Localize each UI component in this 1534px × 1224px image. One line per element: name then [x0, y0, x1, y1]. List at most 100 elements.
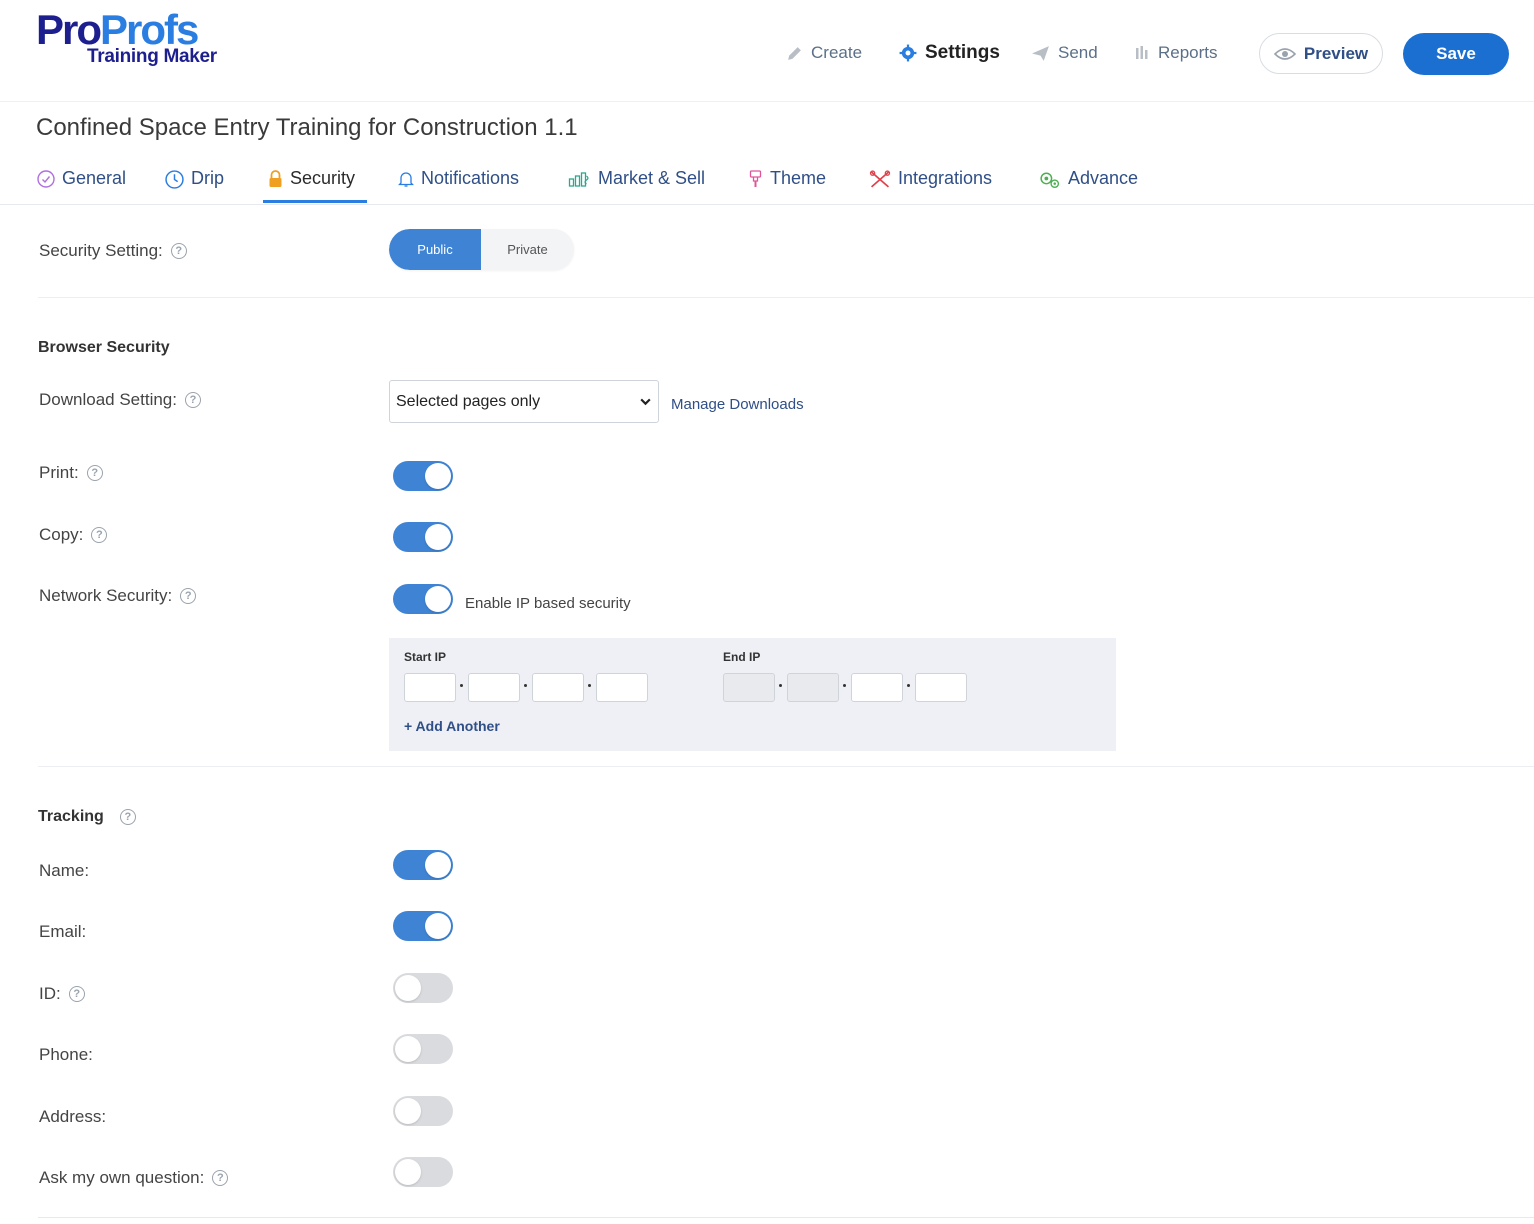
toggle-knob — [425, 524, 451, 550]
clock-icon — [165, 170, 184, 189]
ask-question-label: Ask my own question: ? — [39, 1168, 229, 1188]
start-ip-octet-2[interactable] — [468, 673, 520, 702]
manage-downloads-link[interactable]: Manage Downloads — [671, 396, 804, 413]
gears-icon — [1040, 172, 1060, 189]
start-ip-octet-1[interactable] — [404, 673, 456, 702]
address-label: Address: — [39, 1107, 107, 1126]
app-header: ProProfs Training Maker Create Settings … — [0, 0, 1534, 102]
ip-separator — [779, 684, 782, 687]
toggle-knob — [425, 463, 451, 489]
start-ip-label: Start IP — [404, 650, 447, 664]
private-option[interactable]: Private — [481, 229, 574, 270]
tab-market-sell[interactable]: Market & Sell — [568, 168, 705, 204]
end-ip-octet-2 — [787, 673, 839, 702]
nav-settings[interactable]: Settings — [899, 42, 1000, 64]
chevron-down-icon — [640, 398, 651, 406]
toggle-knob — [395, 1098, 421, 1124]
help-icon[interactable]: ? — [86, 465, 103, 481]
ip-separator — [843, 684, 846, 687]
toggle-knob — [395, 1159, 421, 1185]
toggle-knob — [425, 852, 451, 878]
tab-drip[interactable]: Drip — [165, 168, 224, 204]
toggle-knob — [395, 1036, 421, 1062]
ip-separator — [524, 684, 527, 687]
nav-send[interactable]: Send — [1031, 42, 1098, 64]
section-divider — [38, 766, 1534, 767]
ip-security-note: Enable IP based security — [465, 595, 631, 612]
market-chart-icon — [568, 172, 589, 187]
help-icon[interactable]: ? — [180, 588, 197, 604]
tab-notifications[interactable]: Notifications — [398, 168, 519, 204]
print-label: Print: ? — [39, 463, 103, 483]
settings-tabs: General Drip Security Notifications Mark… — [0, 160, 1534, 205]
end-ip-label: End IP — [723, 650, 761, 664]
toggle-knob — [395, 975, 421, 1001]
network-security-label: Network Security: ? — [39, 586, 197, 606]
name-toggle[interactable] — [393, 850, 453, 880]
end-ip-octet-4[interactable] — [915, 673, 967, 702]
page-title: Confined Space Entry Training for Constr… — [36, 114, 578, 141]
copy-toggle[interactable] — [393, 522, 453, 552]
lock-icon — [269, 170, 282, 187]
network-security-toggle[interactable] — [393, 584, 453, 614]
address-toggle[interactable] — [393, 1096, 453, 1126]
active-tab-indicator — [263, 200, 367, 203]
download-setting-label: Download Setting: ? — [39, 390, 201, 410]
add-another-ip-button[interactable]: + Add Another — [404, 718, 500, 734]
tools-icon — [869, 170, 891, 188]
help-icon[interactable]: ? — [119, 809, 136, 825]
help-icon[interactable]: ? — [212, 1170, 229, 1186]
tab-advance[interactable]: Advance — [1038, 168, 1138, 204]
proprofs-logo[interactable]: ProProfs Training Maker — [36, 8, 236, 72]
print-toggle[interactable] — [393, 461, 453, 491]
ip-separator — [460, 684, 463, 687]
nav-reports[interactable]: Reports — [1134, 42, 1218, 64]
bar-chart-icon — [1136, 46, 1148, 59]
logo-subtitle: Training Maker — [87, 46, 217, 67]
ip-range-panel: Start IP End IP + Add Another — [389, 638, 1116, 751]
tab-security[interactable]: Security — [268, 168, 355, 204]
help-icon[interactable]: ? — [91, 527, 108, 543]
tab-theme[interactable]: Theme — [748, 168, 826, 204]
start-ip-octet-4[interactable] — [596, 673, 648, 702]
security-setting-label: Security Setting: ? — [39, 241, 187, 261]
preview-button[interactable]: Preview — [1259, 33, 1383, 74]
name-label: Name: — [39, 861, 90, 880]
check-circle-icon — [37, 170, 55, 188]
paint-brush-icon — [749, 170, 762, 187]
end-ip-octet-3[interactable] — [851, 673, 903, 702]
pencil-icon — [788, 46, 801, 60]
gear-icon — [899, 44, 917, 62]
email-toggle[interactable] — [393, 911, 453, 941]
id-label: ID: ? — [39, 984, 85, 1004]
public-option[interactable]: Public — [389, 229, 481, 270]
browser-security-title: Browser Security — [38, 339, 170, 356]
email-label: Email: — [39, 922, 87, 941]
tab-integrations[interactable]: Integrations — [869, 168, 992, 204]
toggle-knob — [425, 913, 451, 939]
security-setting-toggle: Public Private — [389, 229, 574, 270]
eye-icon — [1273, 47, 1296, 60]
tracking-title: Tracking ? — [38, 808, 136, 826]
ask-question-toggle[interactable] — [393, 1157, 453, 1187]
section-divider — [38, 1217, 1534, 1218]
help-icon[interactable]: ? — [170, 243, 187, 259]
phone-toggle[interactable] — [393, 1034, 453, 1064]
nav-create[interactable]: Create — [786, 42, 862, 64]
section-divider — [38, 297, 1534, 298]
download-setting-select[interactable]: Selected pages only — [389, 380, 659, 423]
help-icon[interactable]: ? — [184, 392, 201, 408]
paper-plane-icon — [1032, 45, 1049, 61]
bell-icon — [398, 172, 414, 187]
save-button[interactable]: Save — [1403, 33, 1509, 75]
id-toggle[interactable] — [393, 973, 453, 1003]
phone-label: Phone: — [39, 1045, 93, 1064]
end-ip-octet-1 — [723, 673, 775, 702]
start-ip-octet-3[interactable] — [532, 673, 584, 702]
tab-general[interactable]: General — [37, 168, 126, 204]
ip-separator — [907, 684, 910, 687]
copy-label: Copy: ? — [39, 525, 108, 545]
ip-separator — [588, 684, 591, 687]
help-icon[interactable]: ? — [68, 986, 85, 1002]
toggle-knob — [425, 586, 451, 612]
